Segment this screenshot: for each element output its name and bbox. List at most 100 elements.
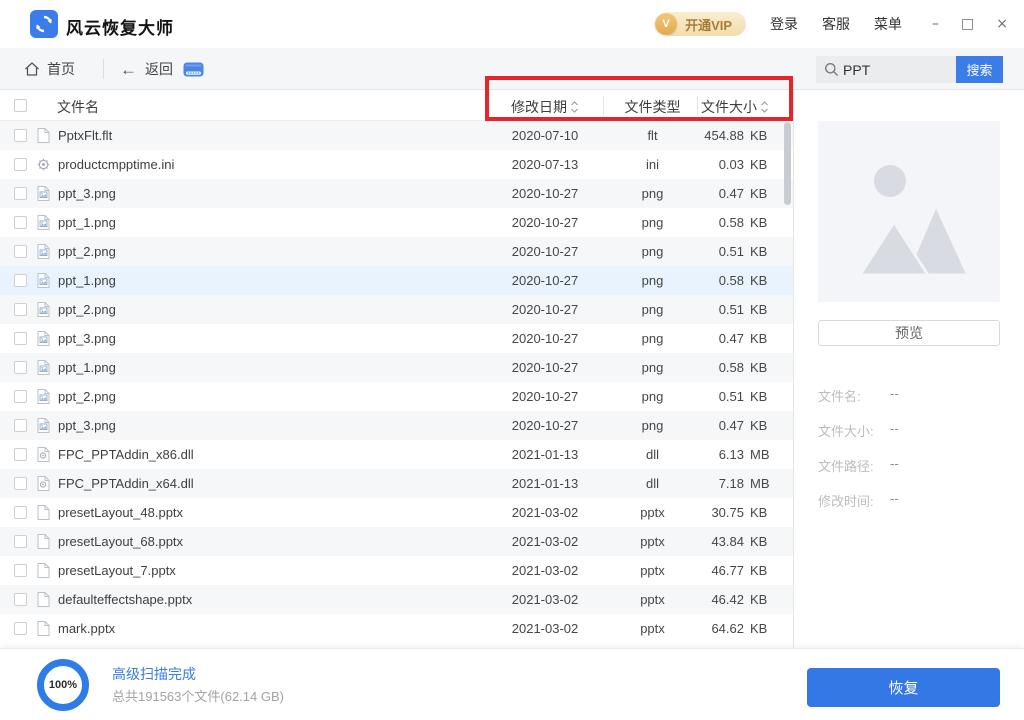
menu-link[interactable]: 菜单 [874,14,902,34]
file-type: dll [610,447,695,462]
row-checkbox[interactable] [14,303,27,319]
column-header-date[interactable]: 修改日期 [480,97,610,117]
column-header-size[interactable]: 文件大小 [690,97,780,117]
file-type: png [610,244,695,259]
table-row[interactable]: FPC_PPTAddin_x64.dll2021-01-13dll7.18MB [0,469,794,498]
row-checkbox[interactable] [14,158,27,174]
table-row[interactable]: ppt_1.png2020-10-27png0.58KB [0,208,794,237]
home-button[interactable]: 首页 [24,48,75,90]
file-date: 2020-10-27 [480,244,610,259]
file-name: ppt_3.png [58,186,116,201]
file-size: 43.84KB [690,534,776,549]
table-row[interactable]: productcmpptime.ini2020-07-13ini0.03KB [0,150,794,179]
app-logo-icon [30,10,58,38]
row-checkbox[interactable] [14,245,27,261]
table-row[interactable]: ppt_1.png2020-10-27png0.58KB [0,353,794,382]
table-row[interactable]: ppt_2.png2020-10-27png0.51KB [0,382,794,411]
table-row[interactable]: ppt_2.png2020-10-27png0.51KB [0,237,794,266]
vip-button[interactable]: V 开通VIP [659,12,746,36]
file-name: PptxFlt.flt [58,128,112,143]
table-row[interactable]: ppt_3.png2020-10-27png0.47KB [0,179,794,208]
table-row[interactable]: presetLayout_7.pptx2021-03-02pptx46.77KB [0,556,794,585]
back-button[interactable]: ← 返回 [120,48,173,90]
file-document-icon [36,533,52,550]
file-type: png [610,331,695,346]
disk-drive-icon[interactable] [183,62,204,82]
file-image-icon [36,214,52,231]
vip-label: 开通VIP [685,15,732,34]
table-row[interactable]: presetLayout_48.pptx2021-03-02pptx30.75K… [0,498,794,527]
table-row[interactable]: ppt_2.png2020-10-27png0.51KB [0,295,794,324]
file-date: 2020-07-10 [480,128,610,143]
file-settings-icon [36,156,52,173]
row-checkbox[interactable] [14,564,27,580]
file-size: 454.88KB [690,128,776,143]
file-size: 7.18MB [690,476,776,491]
file-details: 文件名:--文件大小:--文件路径:--修改时间:-- [818,386,1008,526]
title-bar: 风云恢复大师 V 开通VIP 登录 客服 菜单 – □ × [0,0,1024,48]
row-checkbox[interactable] [14,535,27,551]
table-row[interactable]: ppt_1.png2020-10-27png0.58KB [0,266,794,295]
column-header-type[interactable]: 文件类型 [610,97,695,117]
preview-placeholder [818,121,1000,302]
row-checkbox[interactable] [14,332,27,348]
table-row[interactable]: presetLayout_68.pptx2021-03-02pptx43.84K… [0,527,794,556]
file-date: 2020-10-27 [480,302,610,317]
recover-button[interactable]: 恢复 [807,668,1000,707]
row-checkbox[interactable] [14,129,27,145]
file-type: png [610,389,695,404]
row-checkbox[interactable] [14,593,27,609]
row-checkbox[interactable] [14,448,27,464]
select-all-checkbox[interactable] [14,99,27,115]
file-date: 2021-03-02 [480,505,610,520]
file-name: ppt_3.png [58,331,116,346]
file-date: 2020-10-27 [480,215,610,230]
column-header-size-label: 文件大小 [701,99,757,115]
search-icon [824,62,839,77]
file-type: pptx [610,621,695,636]
column-header-name[interactable]: 文件名 [57,97,99,117]
table-row[interactable]: defaulteffectshape.pptx2021-03-02pptx46.… [0,585,794,614]
detail-value: -- [890,456,899,475]
search-input[interactable] [839,62,956,78]
table-row[interactable]: ppt_3.png2020-10-27png0.47KB [0,324,794,353]
row-checkbox[interactable] [14,622,27,638]
file-name: presetLayout_7.pptx [58,563,176,578]
file-document-icon [36,504,52,521]
scrollbar-thumb[interactable] [784,122,791,205]
row-checkbox[interactable] [14,419,27,435]
row-checkbox[interactable] [14,390,27,406]
row-checkbox[interactable] [14,506,27,522]
row-checkbox[interactable] [14,361,27,377]
detail-value: -- [890,491,899,510]
file-type: png [610,215,695,230]
maximize-button[interactable]: □ [961,17,974,31]
file-type: ini [610,157,695,172]
file-image-icon [36,272,52,289]
table-row[interactable]: mark.pptx2021-03-02pptx64.62KB [0,614,794,643]
header-separator [603,96,604,115]
back-label: 返回 [145,59,173,79]
detail-value: -- [890,386,899,405]
file-date: 2021-03-02 [480,592,610,607]
table-row[interactable]: PptxFlt.flt2020-07-10flt454.88KB [0,121,794,150]
row-checkbox[interactable] [14,187,27,203]
preview-button[interactable]: 预览 [818,320,1000,346]
minimize-button[interactable]: – [932,17,939,31]
home-icon [24,61,40,77]
search-button[interactable]: 搜索 [956,56,1003,83]
row-checkbox[interactable] [14,274,27,290]
scan-percent: 100% [49,679,77,691]
table-row[interactable]: FPC_PPTAddin_x86.dll2021-01-13dll6.13MB [0,440,794,469]
row-checkbox[interactable] [14,477,27,493]
table-row[interactable]: ppt_3.png2020-10-27png0.47KB [0,411,794,440]
row-checkbox[interactable] [14,216,27,232]
close-button[interactable]: × [996,17,1008,31]
app-title: 风云恢复大师 [66,14,174,39]
file-name: mark.pptx [58,621,115,636]
detail-label: 修改时间: [818,491,890,510]
detail-field: 文件路径:-- [818,456,1008,475]
login-link[interactable]: 登录 [770,14,798,34]
scan-summary: 总共191563个文件(62.14 GB) [112,686,284,705]
support-link[interactable]: 客服 [822,14,850,34]
